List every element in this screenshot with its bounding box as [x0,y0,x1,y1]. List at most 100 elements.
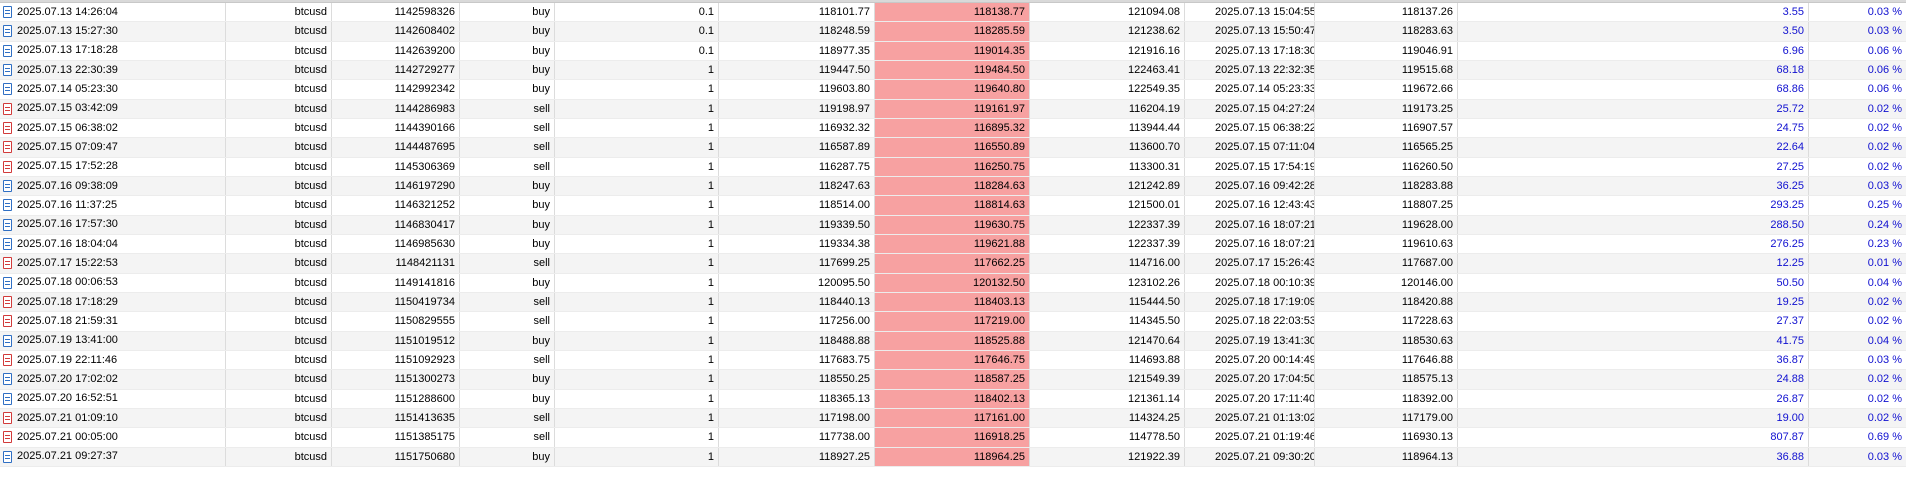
cell-close-time: 2025.07.18 22:03:53 [1185,312,1315,331]
cell-sl: 119161.97 [875,99,1030,118]
cell-symbol: btcusd [226,80,332,99]
table-row[interactable]: 2025.07.16 17:57:30 btcusd 1146830417 buy 1 1… [0,215,1906,235]
cell-pct: 0.04 % [1867,334,1902,347]
cell-tp: 113600.70 [1030,138,1185,157]
table-row[interactable]: 2025.07.15 06:38:02 btcusd 1144390166 sell 1… [0,118,1906,139]
cell-time: 2025.07.18 00:06:53 [0,273,226,292]
table-row[interactable]: 2025.07.19 22:11:46 btcusd 1151092923 sell 1… [0,350,1906,371]
cell-close-time: 2025.07.16 18:07:21 [1185,234,1315,254]
cell-close-price: 117228.63 [1315,312,1458,331]
cell-time: 2025.07.13 15:27:30 [0,22,226,41]
cell-sl: 117646.75 [875,350,1030,370]
table-row[interactable]: 2025.07.18 00:06:53 btcusd 1149141816 buy 1 1… [0,273,1906,293]
cell-sl: 119484.50 [875,60,1030,80]
cell-type: sell [460,157,555,176]
open-time-text: 2025.07.16 18:04:04 [17,237,118,250]
table-row[interactable]: 2025.07.13 22:30:39 btcusd 1142729277 buy 1 1… [0,60,1906,81]
cell-pct: 0.03 % [1867,353,1902,366]
cell-type: buy [460,22,555,41]
cell-close-price: 116260.50 [1315,157,1458,176]
table-row[interactable]: 2025.07.14 05:23:30 btcusd 1142992342 buy 1 1… [0,80,1906,100]
open-time-text: 2025.07.15 17:52:28 [17,160,118,173]
cell-volume: 0.1 [555,22,719,41]
table-row[interactable]: 2025.07.13 15:27:30 btcusd 1142608402 buy 0.… [0,22,1906,42]
cell-volume: 1 [555,273,719,292]
cell-tp: 116204.19 [1030,99,1185,118]
cell-time: 2025.07.16 17:57:30 [0,215,226,234]
cell-symbol: btcusd [226,254,332,273]
open-time-text: 2025.07.21 00:05:00 [17,430,118,443]
cell-time: 2025.07.19 13:41:00 [0,331,226,350]
buy-order-icon [3,392,12,405]
table-row[interactable]: 2025.07.15 17:52:28 btcusd 1145306369 sell 1… [0,157,1906,177]
cell-tp: 122549.35 [1030,80,1185,99]
cell-profit: 276.25 [1458,234,1809,254]
table-row[interactable]: 2025.07.15 03:42:09 btcusd 1144286983 sell 1… [0,99,1906,119]
table-row[interactable]: 2025.07.20 16:52:51 btcusd 1151288600 buy 1 1… [0,389,1906,409]
cell-symbol: btcusd [226,60,332,80]
cell-type: sell [460,428,555,447]
cell-close-price: 116930.13 [1315,428,1458,447]
cell-tp: 122337.39 [1030,234,1185,254]
cell-pct: 0.02 % [1867,141,1902,154]
cell-profit: 6.96 [1458,41,1809,60]
cell-ticket: 1151288600 [332,389,460,408]
cell-price: 118440.13 [719,292,875,312]
cell-time: 2025.07.15 17:52:28 [0,157,226,176]
cell-time: 2025.07.15 07:09:47 [0,138,226,157]
table-row[interactable]: 2025.07.21 09:27:37 btcusd 1151750680 buy 1 1… [0,447,1906,467]
cell-pct: 0.02 % [1867,315,1902,328]
cell-price: 120095.50 [719,273,875,292]
cell-tp: 114693.88 [1030,350,1185,370]
cell-volume: 1 [555,138,719,157]
cell-type: sell [460,312,555,331]
cell-profit: 807.87 [1458,428,1809,447]
cell-volume: 1 [555,176,719,196]
cell-close-price: 118283.63 [1315,22,1458,41]
cell-ticket: 1142992342 [332,80,460,99]
table-row[interactable]: 2025.07.21 01:09:10 btcusd 1151413635 sell 1… [0,408,1906,429]
cell-volume: 1 [555,428,719,447]
table-row[interactable]: 2025.07.13 17:18:28 btcusd 1142639200 buy 0.… [0,41,1906,61]
cell-close-time: 2025.07.18 00:10:39 [1185,273,1315,292]
cell-symbol: btcusd [226,157,332,176]
cell-close-time: 2025.07.16 12:43:43 [1185,196,1315,215]
cell-volume: 1 [555,389,719,408]
cell-close-time: 2025.07.13 15:04:55 [1185,3,1315,22]
cell-type: buy [460,176,555,196]
cell-price: 119339.50 [719,215,875,234]
cell-tp: 114778.50 [1030,428,1185,447]
cell-type: buy [460,273,555,292]
table-row[interactable]: 2025.07.16 18:04:04 btcusd 1146985630 buy 1 1… [0,234,1906,255]
table-row[interactable]: 2025.07.19 13:41:00 btcusd 1151019512 buy 1 1… [0,331,1906,351]
table-row[interactable]: 2025.07.16 11:37:25 btcusd 1146321252 buy 1 1… [0,196,1906,216]
cell-price: 119447.50 [719,60,875,80]
cell-type: buy [460,447,555,466]
cell-pct: 0.02 % [1867,295,1902,308]
cell-symbol: btcusd [226,22,332,41]
cell-ticket: 1148421131 [332,254,460,273]
cell-ticket: 1146321252 [332,196,460,215]
cell-tp: 114345.50 [1030,312,1185,331]
table-row[interactable]: 2025.07.15 07:09:47 btcusd 1144487695 sell 1… [0,138,1906,158]
table-row[interactable]: 2025.07.18 21:59:31 btcusd 1150829555 sell 1… [0,312,1906,332]
cell-type: sell [460,99,555,118]
cell-volume: 1 [555,292,719,312]
cell-volume: 1 [555,234,719,254]
cell-pct: 0.02 % [1867,121,1902,134]
table-row[interactable]: 2025.07.18 17:18:29 btcusd 1150419734 sell 1… [0,292,1906,313]
table-row[interactable]: 2025.07.21 00:05:00 btcusd 1151385175 sell 1… [0,428,1906,448]
cell-tp: 115444.50 [1030,292,1185,312]
cell-tp: 122337.39 [1030,215,1185,234]
cell-type: sell [460,138,555,157]
table-row[interactable]: 2025.07.17 15:22:53 btcusd 1148421131 sell 1… [0,254,1906,274]
table-row[interactable]: 2025.07.16 09:38:09 btcusd 1146197290 buy 1 1… [0,176,1906,197]
cell-pct: 0.69 % [1867,431,1902,444]
table-row[interactable]: 2025.07.20 17:02:02 btcusd 1151300273 buy 1 1… [0,370,1906,390]
table-row[interactable]: 2025.07.13 14:26:04 btcusd 1142598326 buy 0.… [0,3,1906,23]
cell-symbol: btcusd [226,389,332,408]
open-time-text: 2025.07.13 22:30:39 [17,63,118,76]
cell-profit: 50.50 [1458,273,1809,292]
buy-order-icon [3,44,12,57]
cell-profit: 36.25 [1458,176,1809,196]
